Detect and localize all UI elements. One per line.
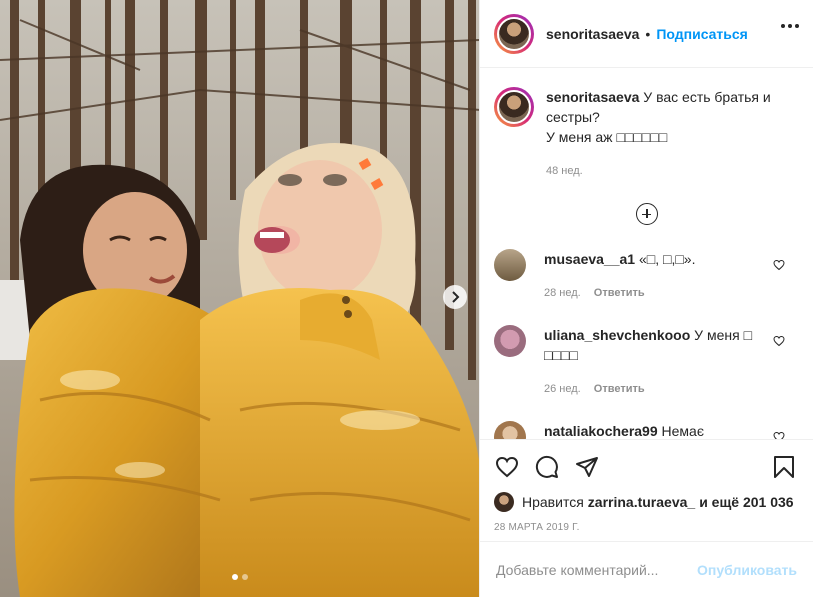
caption-text-line2: У меня аж □□□□□□	[546, 129, 668, 145]
liker-username[interactable]: zarrina.turaeva_	[588, 494, 695, 510]
likes-summary: Нравится zarrina.turaeva_ и ещё 201 036	[494, 492, 797, 512]
commenter-avatar[interactable]	[494, 249, 526, 281]
comment-username[interactable]: uliana_shevchenkooo	[544, 327, 690, 343]
comment-button[interactable]	[534, 454, 560, 480]
like-button[interactable]	[494, 454, 520, 480]
post-header: senoritasaeva • Подписаться	[480, 0, 813, 68]
comments-section[interactable]: senoritasaeva У вас есть братья и сестры…	[480, 69, 813, 439]
comment-icon	[535, 455, 558, 478]
publish-button[interactable]: Опубликовать	[697, 562, 797, 578]
plus-circle-icon[interactable]	[635, 203, 658, 225]
post-actions: Нравится zarrina.turaeva_ и ещё 201 036 …	[480, 439, 813, 533]
share-icon	[576, 457, 598, 477]
heart-icon	[495, 456, 519, 478]
photo-illustration	[0, 0, 479, 597]
heart-icon[interactable]	[773, 431, 785, 439]
next-photo-button[interactable]	[443, 285, 467, 309]
chevron-right-icon	[452, 291, 460, 303]
likes-count[interactable]: и ещё 201 036	[699, 494, 793, 510]
likes-prefix: Нравится	[522, 494, 584, 510]
share-button[interactable]	[574, 454, 600, 480]
comment-username[interactable]: nataliakochera99	[544, 423, 658, 439]
comment-time[interactable]: 26 нед.	[544, 383, 581, 395]
comment-text: «□, □,□».	[638, 251, 696, 267]
commenter-avatar[interactable]	[494, 325, 526, 357]
heart-icon[interactable]	[773, 259, 785, 271]
save-button[interactable]	[771, 454, 797, 480]
carousel-indicators	[0, 574, 479, 580]
header-separator: •	[645, 25, 651, 42]
author-username[interactable]: senoritasaeva	[546, 26, 639, 42]
more-options-icon[interactable]	[781, 24, 799, 28]
load-more-comments[interactable]	[494, 203, 799, 227]
author-avatar[interactable]	[494, 13, 534, 54]
post-caption: senoritasaeva У вас есть братья и сестры…	[494, 69, 799, 181]
bookmark-icon	[774, 456, 794, 478]
reply-button[interactable]: Ответить	[594, 383, 645, 395]
carousel-dot	[241, 574, 248, 580]
heart-icon[interactable]	[773, 335, 785, 347]
carousel-dot-active	[231, 574, 238, 580]
caption-username[interactable]: senoritasaeva	[546, 89, 639, 105]
comment-text: Немає	[661, 423, 704, 439]
post-date[interactable]: 28 МАРТА 2019 Г.	[494, 522, 797, 533]
comment-item: uliana_shevchenkooo У меня □ □□□□ 26 нед…	[494, 325, 799, 399]
liker-avatar[interactable]	[494, 492, 514, 512]
post-photo[interactable]	[0, 0, 479, 597]
caption-avatar[interactable]	[494, 87, 534, 127]
reply-button[interactable]: Ответить	[594, 287, 645, 299]
comment-time[interactable]: 28 нед.	[544, 287, 581, 299]
commenter-avatar[interactable]	[494, 421, 526, 439]
comment-item: nataliakochera99 Немає	[494, 421, 799, 439]
comment-item: musaeva__a1 «□, □,□». 28 нед. Ответить	[494, 249, 799, 303]
post-panel: senoritasaeva • Подписаться senoritasaev…	[479, 0, 813, 597]
comment-username[interactable]: musaeva__a1	[544, 251, 635, 267]
caption-time[interactable]: 48 нед.	[546, 165, 583, 177]
follow-button[interactable]: Подписаться	[656, 26, 748, 42]
add-comment-bar: Опубликовать	[480, 541, 813, 597]
comment-input[interactable]	[496, 561, 698, 578]
